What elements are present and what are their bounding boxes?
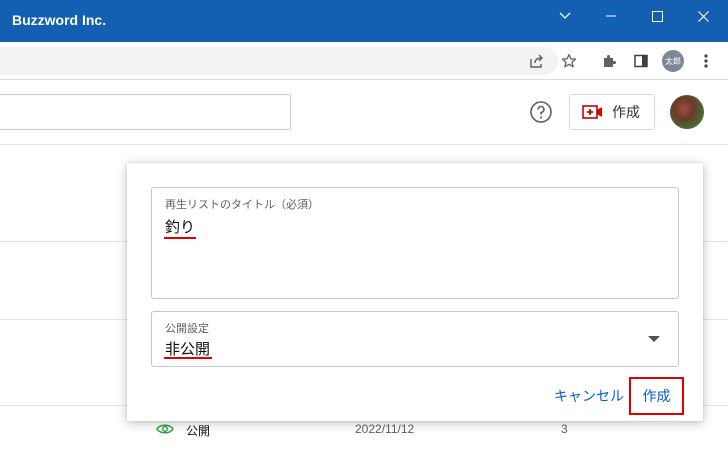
share-icon [530, 54, 543, 68]
playlist-title-input[interactable]: 釣り [165, 216, 195, 237]
row-visibility: 公開 [186, 424, 211, 438]
video-add-icon [582, 105, 602, 119]
dropdown-arrow-icon [648, 336, 660, 342]
chevron-down-icon [559, 12, 571, 19]
eye-icon [156, 424, 174, 434]
window-titlebar: Buzzword Inc. [0, 0, 728, 42]
create-playlist-button[interactable]: 作成 [629, 377, 684, 415]
tabs-dropdown-button[interactable] [542, 0, 588, 32]
playlist-title-label: 再生リストのタイトル（必須） [165, 198, 319, 211]
star-icon [561, 53, 577, 68]
cancel-button[interactable]: キャンセル [554, 386, 624, 406]
extensions-button[interactable] [599, 51, 619, 71]
share-button[interactable] [527, 51, 547, 71]
side-panel-icon [634, 54, 648, 68]
profile-avatar[interactable]: 太郎 [662, 50, 684, 72]
row-count: 3 [561, 422, 568, 436]
search-input[interactable] [0, 94, 291, 130]
title-highlight-underline [164, 237, 196, 239]
new-playlist-dialog: 再生リストのタイトル（必須） 釣り 公開設定 非公開 キャンセル 作成 [127, 163, 703, 421]
visibility-highlight-underline [164, 357, 212, 359]
maximize-button[interactable] [634, 0, 680, 32]
puzzle-icon [604, 55, 616, 67]
create-button[interactable]: 作成 [569, 94, 655, 130]
help-button[interactable] [529, 100, 553, 124]
maximize-icon [651, 10, 663, 22]
row-date: 2022/11/12 [355, 422, 415, 436]
minimize-button[interactable] [588, 0, 634, 32]
visibility-select[interactable]: 公開設定 非公開 [151, 311, 679, 367]
address-bar[interactable] [0, 47, 558, 75]
help-icon [530, 101, 552, 123]
browser-menu-button[interactable] [696, 51, 716, 71]
bookmark-button[interactable] [559, 51, 579, 71]
visibility-label: 公開設定 [165, 322, 209, 335]
visibility-value: 非公開 [165, 340, 211, 358]
playlist-title-field[interactable]: 再生リストのタイトル（必須） 釣り [151, 187, 679, 299]
minimize-icon [606, 15, 616, 17]
browser-toolbar: 太郎 [0, 42, 728, 80]
channel-avatar[interactable] [670, 95, 704, 129]
kebab-menu-icon [704, 54, 708, 68]
close-icon [697, 10, 709, 22]
side-panel-button[interactable] [631, 51, 651, 71]
close-button[interactable] [680, 0, 726, 32]
window-title: Buzzword Inc. [12, 12, 107, 28]
studio-header: 作成 [0, 81, 728, 145]
create-button-label: 作成 [612, 105, 640, 121]
